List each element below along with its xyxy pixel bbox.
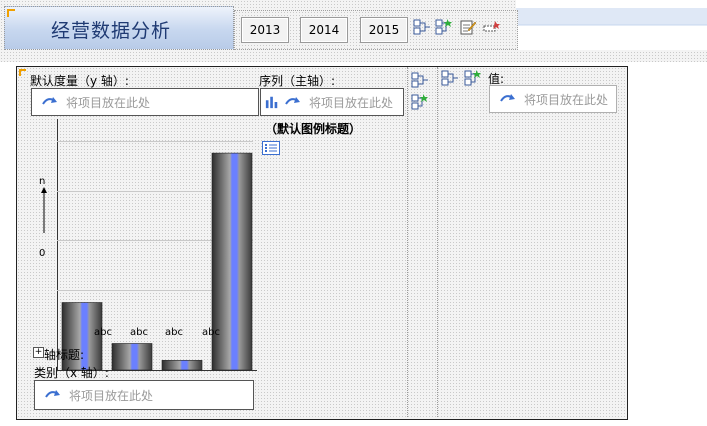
add-series-icon[interactable] (464, 69, 482, 87)
drop-arrow-icon (42, 97, 57, 105)
legend-icon[interactable] (262, 141, 280, 155)
category-label: 类别（x 轴）: (34, 366, 109, 380)
link-icon[interactable] (441, 69, 459, 87)
y-drop-placeholder: 将项目放在此处 (66, 95, 151, 110)
year-button-2015[interactable]: 2015 (360, 17, 408, 43)
panel-divider (437, 67, 438, 417)
x-tick-label: abc (130, 327, 148, 338)
x-tick-label: abc (202, 327, 220, 338)
header-strip (516, 0, 707, 50)
x-tick-label: abc (165, 327, 183, 338)
page-title: 经营数据分析 (51, 20, 172, 42)
legend-title: （默认图例标题） (265, 122, 362, 136)
selection-corner-icon (19, 69, 26, 76)
y-axis-label: 默认度量（y 轴）: (30, 74, 129, 88)
x-tick-label: abc (94, 327, 112, 338)
bar-chart-icon (265, 96, 278, 109)
value-drop-zone[interactable]: 将项目放在此处 (489, 85, 617, 113)
series-drop-placeholder: 将项目放在此处 (309, 95, 394, 110)
add-series-icon[interactable] (411, 93, 429, 111)
bars-layer (61, 152, 253, 371)
bar-1 (111, 343, 153, 371)
series-drop-zone[interactable]: 将项目放在此处 (260, 88, 404, 116)
link-icon[interactable] (411, 71, 429, 89)
year-button-2014[interactable]: 2014 (300, 17, 348, 43)
year-toolbar: 2013 2014 2015 (234, 10, 518, 50)
move-icon[interactable] (483, 18, 501, 36)
panel-divider (407, 67, 408, 417)
y-axis-drop-zone[interactable]: 将项目放在此处 (31, 88, 259, 116)
drop-arrow-icon (45, 390, 60, 398)
year-button-2013[interactable]: 2013 (241, 17, 289, 43)
add-series-icon[interactable] (435, 18, 453, 36)
y-tick-label: n (39, 176, 46, 187)
title-bar: 经营数据分析 (4, 6, 234, 50)
edit-icon[interactable] (459, 18, 477, 36)
axis-title-label: 轴标题: (44, 348, 85, 362)
category-drop-zone[interactable]: 将项目放在此处 (34, 380, 254, 410)
drop-arrow-icon (285, 97, 300, 105)
value-drop-placeholder: 将项目放在此处 (524, 92, 609, 107)
plot-area[interactable] (57, 119, 257, 371)
series-label: 序列（主轴）: (259, 74, 336, 88)
chart-design-frame[interactable]: 默认度量（y 轴）: 将项目放在此处 序列（主轴）: 将项目放在此处 （默认图例… (16, 66, 628, 420)
y-tick-label: 0 (39, 248, 46, 259)
expand-toggle-icon[interactable]: + (33, 347, 44, 358)
axis-direction-arrow-icon (41, 187, 47, 233)
link-icon[interactable] (413, 18, 431, 36)
category-drop-placeholder: 将项目放在此处 (69, 388, 154, 403)
drop-arrow-icon (500, 94, 515, 102)
bar-2 (161, 360, 203, 371)
selection-corner-icon (7, 9, 15, 17)
